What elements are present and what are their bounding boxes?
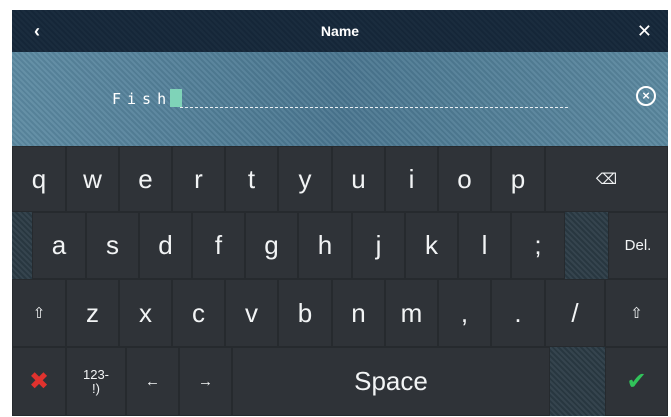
shift-icon: ⇧: [630, 305, 643, 322]
name-entry-screen: ‹ Name ✕ Fish × q w e r t y u i o p ⌫ a …: [12, 10, 668, 416]
page-title: Name: [320, 23, 360, 39]
cursor-left-key[interactable]: ←: [126, 347, 179, 416]
key-q[interactable]: q: [12, 146, 66, 212]
key-d[interactable]: d: [139, 212, 192, 279]
key-k[interactable]: k: [405, 212, 458, 279]
key-w[interactable]: w: [66, 146, 119, 212]
text-cursor: [170, 89, 183, 107]
delete-key[interactable]: Del.: [608, 212, 668, 279]
name-input-value: Fish: [112, 90, 173, 108]
checkmark-icon: ✔: [626, 368, 647, 395]
key-slash[interactable]: /: [545, 279, 605, 347]
key-s[interactable]: s: [86, 212, 139, 279]
key-z[interactable]: z: [66, 279, 119, 347]
arrow-right-icon: →: [198, 373, 213, 390]
key-n[interactable]: n: [332, 279, 385, 347]
close-icon[interactable]: ✕: [637, 10, 652, 52]
key-j[interactable]: j: [352, 212, 405, 279]
shift-key-right[interactable]: ⇧: [605, 279, 668, 347]
key-i[interactable]: i: [385, 146, 438, 212]
key-g[interactable]: g: [245, 212, 298, 279]
cancel-key[interactable]: ✖: [12, 347, 66, 416]
clear-input-icon[interactable]: ×: [636, 86, 656, 106]
shift-icon: ⇧: [32, 305, 46, 322]
onscreen-keyboard: q w e r t y u i o p ⌫ a s d f g h j k l …: [12, 146, 668, 416]
key-period[interactable]: .: [491, 279, 545, 347]
symbols-key[interactable]: 123- !): [66, 347, 126, 416]
key-o[interactable]: o: [438, 146, 491, 212]
key-comma[interactable]: ,: [438, 279, 491, 347]
key-c[interactable]: c: [172, 279, 225, 347]
key-a[interactable]: a: [32, 212, 86, 279]
key-b[interactable]: b: [278, 279, 332, 347]
key-v[interactable]: v: [225, 279, 278, 347]
key-t[interactable]: t: [225, 146, 278, 212]
key-m[interactable]: m: [385, 279, 438, 347]
backspace-icon: ⌫: [595, 171, 618, 188]
enter-key[interactable]: ✔: [605, 347, 668, 416]
key-l[interactable]: l: [458, 212, 511, 279]
key-p[interactable]: p: [491, 146, 545, 212]
cancel-icon: ✖: [28, 368, 50, 395]
space-key[interactable]: Space: [232, 347, 550, 416]
input-placeholder-underline: [180, 107, 568, 108]
input-area: Fish ×: [12, 52, 668, 146]
arrow-left-icon: ←: [145, 373, 160, 390]
key-semicolon[interactable]: ;: [511, 212, 565, 279]
cursor-right-key[interactable]: →: [179, 347, 232, 416]
title-bar: ‹ Name ✕: [12, 10, 668, 52]
key-r[interactable]: r: [172, 146, 225, 212]
key-u[interactable]: u: [332, 146, 385, 212]
key-h[interactable]: h: [298, 212, 352, 279]
shift-key-left[interactable]: ⇧: [12, 279, 66, 347]
key-f[interactable]: f: [192, 212, 245, 279]
key-x[interactable]: x: [119, 279, 172, 347]
name-input[interactable]: Fish: [112, 86, 568, 112]
key-y[interactable]: y: [278, 146, 332, 212]
backspace-key[interactable]: ⌫: [545, 146, 668, 212]
key-e[interactable]: e: [119, 146, 172, 212]
